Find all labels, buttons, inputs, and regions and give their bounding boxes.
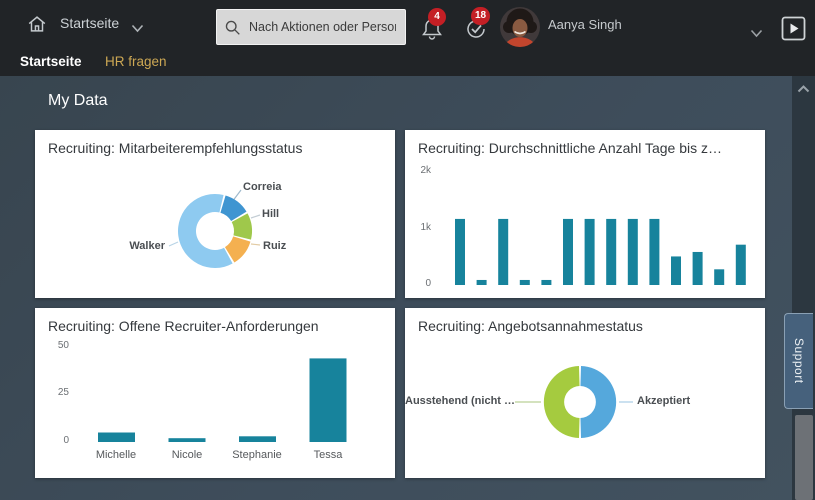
- bar-chart-open-requisitions: 50 25 0 Michelle Nicole Stephanie Tessa: [35, 338, 395, 478]
- donut-chart-offer-status: Ausstehend (nicht … Akzeptiert: [405, 338, 765, 478]
- chevron-down-icon[interactable]: [131, 20, 144, 38]
- tile-mitarbeiterempfehlungsstatus[interactable]: Recruiting: Mitarbeiterempfehlungsstatus…: [35, 130, 395, 298]
- card-title: Recruiting: Offene Recruiter-Anforderung…: [35, 308, 395, 338]
- bar-3[interactable]: [310, 358, 347, 442]
- scrollbar-thumb[interactable]: [795, 415, 813, 500]
- bar-11[interactable]: [693, 252, 703, 285]
- bar-5[interactable]: [563, 219, 573, 285]
- x-label-michelle: Michelle: [76, 449, 156, 461]
- card-title: Recruiting: Angebotsannahmestatus: [405, 308, 765, 338]
- x-label-nicole: Nicole: [147, 449, 227, 461]
- bar-12[interactable]: [714, 269, 724, 285]
- app-window: Startseite 4 18: [0, 0, 815, 500]
- label-connector: [251, 215, 260, 218]
- home-icon[interactable]: [26, 13, 48, 35]
- bar-2[interactable]: [498, 219, 508, 285]
- x-label-stephanie: Stephanie: [217, 449, 297, 461]
- slice-label-correia: Correia: [243, 181, 282, 193]
- tab-startseite[interactable]: Startseite: [20, 54, 82, 69]
- bar-0[interactable]: [98, 433, 135, 443]
- donut-slice-akzeptiert[interactable]: [580, 366, 616, 438]
- top-bar: Startseite 4 18: [0, 0, 815, 48]
- support-tab-label: Support: [792, 338, 806, 384]
- label-connector: [251, 244, 260, 245]
- bar-4[interactable]: [541, 280, 551, 285]
- donut-chart-svg: [35, 160, 395, 298]
- tile-durchschnittliche-tage[interactable]: Recruiting: Durchschnittliche Anzahl Tag…: [405, 130, 765, 298]
- tile-angebotsannahmestatus[interactable]: Recruiting: Angebotsannahmestatus Ausste…: [405, 308, 765, 478]
- bar-0[interactable]: [455, 219, 465, 285]
- slice-label-ruiz: Ruiz: [263, 240, 286, 252]
- slice-label-walker: Walker: [91, 240, 165, 252]
- bar-13[interactable]: [736, 245, 746, 285]
- card-title: Recruiting: Mitarbeiterempfehlungsstatus: [35, 130, 395, 160]
- card-title: Recruiting: Durchschnittliche Anzahl Tag…: [405, 130, 765, 160]
- donut-slice-ausstehendnicht[interactable]: [544, 366, 580, 438]
- bar-chart-avg-days: 2k 1k 0: [405, 160, 765, 298]
- user-name[interactable]: Aanya Singh: [548, 17, 622, 32]
- media-player-icon[interactable]: [781, 16, 806, 41]
- label-connector: [169, 242, 178, 246]
- bar-2[interactable]: [239, 436, 276, 442]
- bar-1[interactable]: [477, 280, 487, 285]
- tab-bar: Startseite HR fragen: [0, 48, 815, 76]
- bar-3[interactable]: [520, 280, 530, 285]
- bar-9[interactable]: [649, 219, 659, 285]
- donut-chart-referral-status: Correia Hill Ruiz Walker: [35, 160, 395, 298]
- bar-7[interactable]: [606, 219, 616, 285]
- tile-offene-recruiter-anforderungen[interactable]: Recruiting: Offene Recruiter-Anforderung…: [35, 308, 395, 478]
- search-input[interactable]: [247, 19, 398, 35]
- slice-label-ausstehend: Ausstehend (nicht …: [405, 395, 511, 407]
- bar-1[interactable]: [169, 438, 206, 442]
- bar-6[interactable]: [585, 219, 595, 285]
- support-tab[interactable]: Support: [784, 313, 813, 409]
- slice-label-hill: Hill: [262, 208, 279, 220]
- bar-10[interactable]: [671, 256, 681, 285]
- avatar[interactable]: [500, 7, 540, 47]
- search-icon: [224, 19, 241, 36]
- user-menu-chevron-down-icon[interactable]: [750, 25, 763, 43]
- x-label-tessa: Tessa: [288, 449, 368, 461]
- search-box[interactable]: [216, 9, 406, 45]
- nav-title[interactable]: Startseite: [60, 15, 119, 31]
- tab-hr-fragen[interactable]: HR fragen: [105, 54, 167, 69]
- notifications-badge: 4: [428, 8, 446, 26]
- donut-chart-svg: [405, 338, 765, 478]
- content-area: My Data Recruiting: Mitarbeiterempfehlun…: [0, 76, 815, 500]
- bar-8[interactable]: [628, 219, 638, 285]
- slice-label-akzeptiert: Akzeptiert: [637, 395, 690, 407]
- todos-badge: 18: [471, 7, 490, 25]
- scroll-up-icon[interactable]: [796, 82, 811, 94]
- bar-chart-svg: [405, 160, 765, 298]
- section-title: My Data: [48, 92, 108, 110]
